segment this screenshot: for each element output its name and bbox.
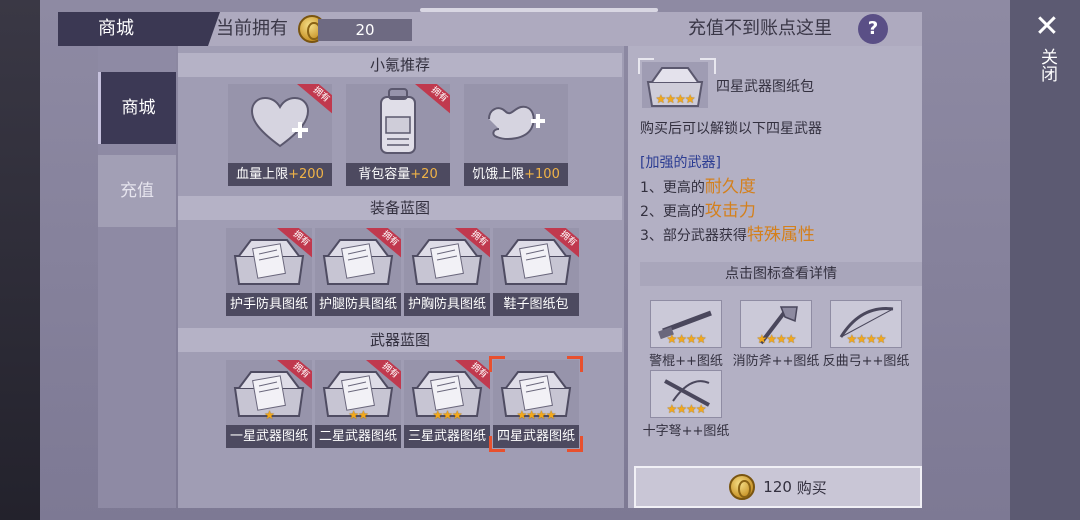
selection-corner: [489, 356, 505, 372]
card-label: 三星武器图纸: [404, 425, 490, 448]
weapon-card-baton[interactable]: ★★★★: [650, 300, 722, 348]
card-label: 二星武器图纸: [315, 425, 401, 448]
shop-card-weapon-1[interactable]: ★ 拥有 一星武器图纸: [226, 360, 312, 448]
help-icon[interactable]: ?: [858, 14, 888, 44]
shop-title: 商城: [58, 12, 220, 46]
buy-label: 购买: [796, 478, 827, 497]
stomach-plus-icon: [464, 84, 568, 160]
star-rating: ★★★★: [666, 402, 706, 416]
weapon-label: 十字弩++图纸: [642, 424, 730, 439]
buy-price: 120: [763, 478, 792, 496]
section-header-weapons: 武器蓝图: [178, 328, 622, 352]
corner-mark: [638, 58, 654, 74]
star-rating: ★★★★: [666, 332, 706, 346]
weapon-label: 反曲弓++图纸: [822, 354, 910, 369]
section-header-equipment: 装备蓝图: [178, 196, 622, 220]
weapon-card-crossbow[interactable]: ★★★★: [650, 370, 722, 418]
shop-card-health[interactable]: 拥有 血量上限+200: [228, 84, 332, 186]
corner-mark: [700, 58, 716, 74]
detail-description: 购买后可以解锁以下四星武器: [640, 121, 822, 137]
selection-corner: [489, 436, 505, 452]
detail-subheader: [加强的武器]: [640, 155, 721, 171]
recharge-help-text[interactable]: 充值不到账点这里: [688, 16, 832, 42]
star-rating: ★★: [348, 408, 369, 422]
detail-bullet: 3、部分武器获得特殊属性: [640, 225, 815, 245]
background-left: [0, 0, 40, 520]
shop-card-equipment-4[interactable]: 拥有 鞋子图纸包: [493, 228, 579, 316]
card-label: 鞋子图纸包: [493, 293, 579, 316]
section-header-recommend: 小氪推荐: [178, 53, 622, 77]
tab-recharge[interactable]: 充值: [98, 155, 176, 227]
detail-bullet: 2、更高的攻击力: [640, 201, 756, 221]
shop-card-equipment-1[interactable]: 拥有 护手防具图纸: [226, 228, 312, 316]
shop-card-weapon-2[interactable]: ★★ 拥有 二星武器图纸: [315, 360, 401, 448]
detail-bullet: 1、更高的耐久度: [640, 177, 756, 197]
weapon-card-recurve-bow[interactable]: ★★★★: [830, 300, 902, 348]
weapon-label: 警棍++图纸: [649, 354, 723, 369]
card-label: 血量上限+200: [228, 163, 332, 186]
star-rating: ★★★★: [655, 92, 695, 106]
star-rating: ★★★★: [756, 332, 796, 346]
shop-card-hunger[interactable]: 饥饿上限+100: [464, 84, 568, 186]
shop-card-weapon-3[interactable]: ★★★ 拥有 三星武器图纸: [404, 360, 490, 448]
card-label: 护腿防具图纸: [315, 293, 401, 316]
buy-button[interactable]: 120 购买: [634, 466, 922, 508]
weapon-label: 消防斧++图纸: [732, 354, 820, 369]
close-icon[interactable]: ✕: [1030, 10, 1064, 44]
detail-title: 四星武器图纸包: [716, 79, 814, 95]
selection-corner: [567, 436, 583, 452]
tab-shop[interactable]: 商城: [98, 72, 176, 144]
selection-corner: [567, 356, 583, 372]
coin-icon: [729, 474, 756, 500]
star-rating: ★★★★: [516, 408, 556, 422]
card-label: 一星武器图纸: [226, 425, 312, 448]
close-label[interactable]: 关闭: [1034, 48, 1058, 82]
card-label: 护手防具图纸: [226, 293, 312, 316]
star-rating: ★★★★: [846, 332, 886, 346]
star-rating: ★: [264, 408, 275, 422]
weapon-card-fire-axe[interactable]: ★★★★: [740, 300, 812, 348]
card-label: 护胸防具图纸: [404, 293, 490, 316]
star-rating: ★★★: [432, 408, 462, 422]
shop-card-equipment-2[interactable]: 拥有 护腿防具图纸: [315, 228, 401, 316]
owned-label: 当前拥有: [216, 18, 288, 39]
shop-card-backpack[interactable]: 拥有 背包容量+20: [346, 84, 450, 186]
card-label: 背包容量+20: [346, 163, 450, 186]
shop-card-weapon-4[interactable]: ★★★★ 四星武器图纸: [493, 360, 579, 448]
coin-balance: 20: [318, 19, 412, 41]
card-label: 饥饿上限+100: [464, 163, 568, 186]
shop-card-equipment-3[interactable]: 拥有 护胸防具图纸: [404, 228, 490, 316]
view-details-header: 点击图标查看详情: [640, 262, 922, 286]
